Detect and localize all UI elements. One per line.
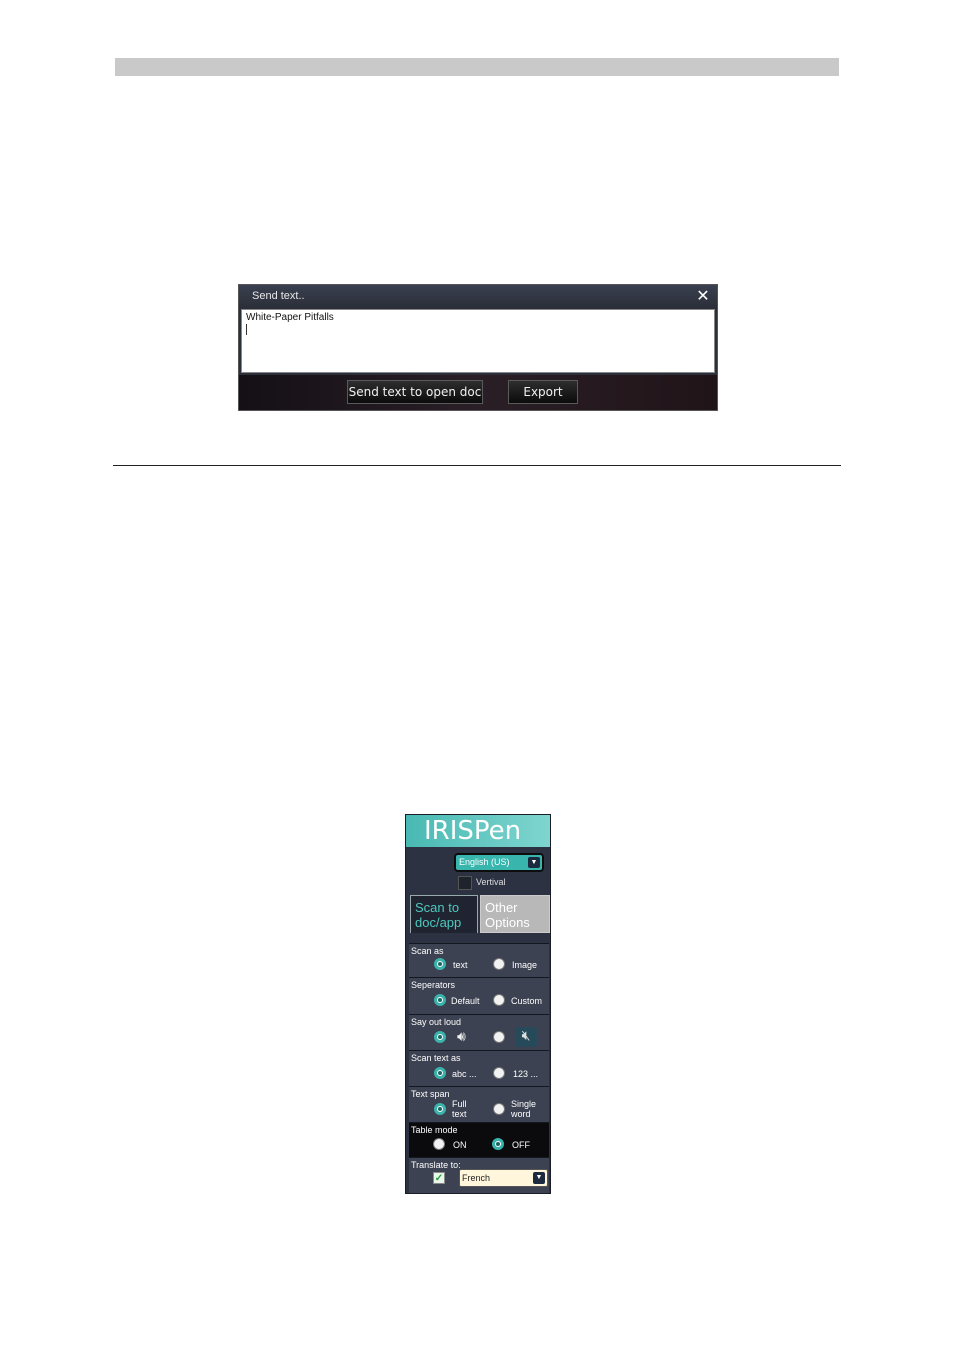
scan-as-text-radio[interactable] <box>434 958 446 970</box>
close-icon[interactable]: ✕ <box>695 288 711 304</box>
tab-scan-to-doc[interactable]: Scan to doc/app <box>410 895 478 933</box>
separators-default-radio[interactable] <box>434 994 446 1006</box>
text-span-single-label: Single word <box>511 1099 537 1119</box>
chevron-down-icon[interactable]: ▼ <box>533 1172 545 1184</box>
speaker-muted-icon: 🔇︎ <box>515 1027 537 1047</box>
section-divider <box>113 465 841 466</box>
say-out-loud-off-radio[interactable] <box>493 1031 505 1043</box>
separators-section: Seperators Default Custom <box>409 977 549 1014</box>
irispen-logo: IRISPen <box>424 816 522 846</box>
send-to-open-doc-button[interactable]: Send text to open doc <box>347 380 483 404</box>
language-value: English (US) <box>459 857 510 867</box>
text-span-full-radio[interactable] <box>434 1103 446 1115</box>
scan-as-section: Scan as text Image <box>409 943 549 977</box>
text-span-section: Text span Full text Single word <box>409 1086 549 1122</box>
table-mode-off-label: OFF <box>512 1140 530 1150</box>
scan-as-image-radio[interactable] <box>493 958 505 970</box>
translate-to-section: Translate to: ✓ French ▼ <box>409 1157 549 1193</box>
table-mode-off-radio[interactable] <box>492 1138 504 1150</box>
separators-default-label: Default <box>451 996 480 1006</box>
say-out-loud-on-radio[interactable] <box>434 1031 446 1043</box>
send-text-content: White-Paper Pitfalls <box>246 312 334 323</box>
text-span-single-radio[interactable] <box>493 1103 505 1115</box>
send-text-area[interactable]: White-Paper Pitfalls <box>241 309 715 373</box>
scan-text-123-label: 123 ... <box>513 1069 539 1079</box>
send-text-window: Send text.. ✕ White-Paper Pitfalls Send … <box>238 284 718 411</box>
scan-text-as-label: Scan text as <box>411 1053 461 1063</box>
table-mode-section: Table mode ON OFF <box>409 1122 549 1157</box>
export-button[interactable]: Export <box>508 380 578 404</box>
separators-custom-label: Custom <box>511 996 543 1006</box>
scan-text-123-radio[interactable] <box>493 1067 505 1079</box>
header-bar <box>115 58 839 76</box>
irispen-panel: IRISPen English (US) ▼ Vertival Scan to … <box>405 814 551 1194</box>
separators-custom-radio[interactable] <box>493 994 505 1006</box>
vertical-label: Vertival <box>476 877 506 887</box>
table-mode-on-label: ON <box>453 1140 467 1150</box>
language-select[interactable]: English (US) ▼ <box>454 853 544 872</box>
irispen-header: IRISPen <box>406 815 550 847</box>
translate-language-select[interactable]: French ▼ <box>459 1169 548 1187</box>
tab-other-options[interactable]: Other Options <box>480 895 550 933</box>
table-mode-on-radio[interactable] <box>433 1138 445 1150</box>
scan-as-text-label: text <box>453 960 468 970</box>
send-text-footer: Send text to open doc Export <box>239 375 717 410</box>
text-caret <box>246 324 247 335</box>
text-span-full-label: Full text <box>452 1099 467 1119</box>
send-text-titlebar: Send text.. ✕ <box>239 285 717 309</box>
scan-as-image-label: Image <box>512 960 538 970</box>
separators-label: Seperators <box>411 980 456 990</box>
chevron-down-icon[interactable]: ▼ <box>528 857 540 868</box>
vertical-checkbox[interactable] <box>458 876 472 890</box>
scan-text-as-section: Scan text as abc ... 123 ... <box>409 1050 549 1086</box>
send-text-title: Send text.. <box>252 290 305 302</box>
translate-checkbox[interactable]: ✓ <box>433 1172 445 1184</box>
scan-as-label: Scan as <box>411 946 444 956</box>
say-out-loud-section: Say out loud 🔊︎ 🔇︎ <box>409 1014 549 1050</box>
text-span-label: Text span <box>411 1089 450 1099</box>
translate-to-label: Translate to: <box>411 1160 461 1170</box>
scan-text-abc-label: abc ... <box>452 1069 477 1079</box>
table-mode-label: Table mode <box>411 1125 458 1135</box>
speaker-icon: 🔊︎ <box>457 1028 466 1044</box>
scan-text-abc-radio[interactable] <box>434 1067 446 1079</box>
say-out-loud-label: Say out loud <box>411 1017 462 1027</box>
translate-language-value: French <box>462 1173 491 1183</box>
